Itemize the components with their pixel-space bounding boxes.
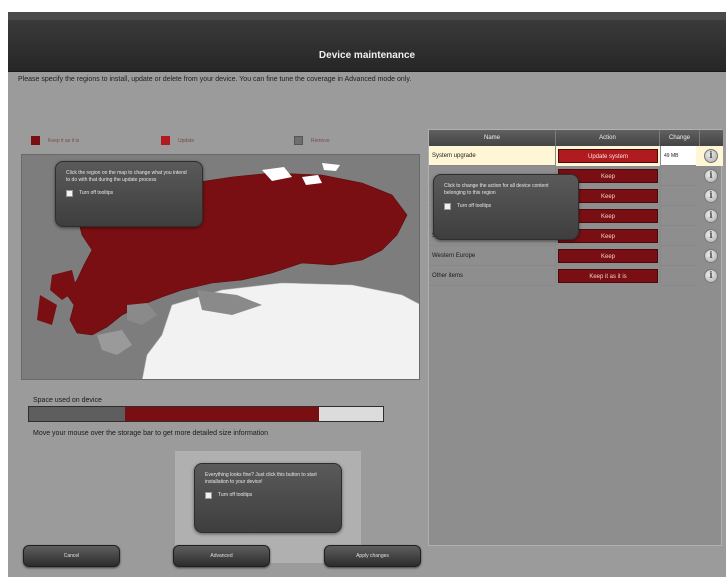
row-change [660, 166, 696, 186]
title-bar: Device maintenance [8, 20, 726, 72]
legend-swatch-keep [31, 136, 40, 145]
apply-changes-button[interactable]: Apply changes [324, 545, 421, 567]
storage-hint: Move your mouse over the storage bar to … [33, 430, 269, 437]
info-icon[interactable]: i [704, 149, 718, 163]
row-change [660, 206, 696, 226]
storage-bar[interactable] [28, 406, 384, 422]
table-tooltip: Click to change the action for all devic… [433, 174, 579, 240]
column-header-info [700, 130, 723, 146]
row-change [660, 186, 696, 206]
row-name: Western Europe [429, 246, 556, 266]
app-window: Device maintenance Please specify the re… [8, 12, 726, 577]
row-change [660, 246, 696, 266]
legend-label-keep: Keep it as it is [48, 137, 80, 144]
apply-tooltip: Everything looks fine? Just click this b… [194, 463, 342, 533]
intro-text: Please specify the regions to install, u… [18, 76, 412, 83]
turn-off-tooltips-checkbox[interactable] [205, 492, 212, 499]
legend-label-update: Update [178, 137, 195, 144]
map-tooltip: Click the region on the map to change wh… [55, 161, 203, 227]
table-row[interactable]: Western Europe Keep i [429, 246, 723, 266]
row-action-button[interactable]: Update system [558, 149, 658, 163]
legend-update: Update [161, 136, 194, 145]
column-header-name[interactable]: Name [429, 130, 556, 146]
row-name: System upgrade [429, 146, 556, 166]
legend-remove: Remove [294, 136, 330, 145]
row-action-button[interactable]: Keep it as it is [558, 269, 658, 283]
turn-off-tooltips-checkbox[interactable] [444, 203, 451, 210]
row-action-button[interactable]: Keep [558, 249, 658, 263]
legend-swatch-update [161, 136, 170, 145]
region-table: Name Action Change System upgrade Update … [428, 129, 723, 546]
column-header-action[interactable]: Action [556, 130, 660, 146]
window-title: Device maintenance [318, 50, 416, 61]
map-tooltip-text: Click the region on the map to change wh… [66, 170, 187, 183]
apply-tooltip-turnoff-label: Turn off tooltips [218, 492, 253, 498]
info-icon[interactable]: i [704, 209, 718, 223]
table-tooltip-text: Click to change the action for all devic… [444, 183, 549, 196]
advanced-button[interactable]: Advanced [173, 545, 270, 567]
info-icon[interactable]: i [704, 189, 718, 203]
row-name: Other items [429, 266, 556, 286]
apply-tooltip-text: Everything looks fine? Just click this b… [205, 472, 317, 485]
row-change [660, 266, 696, 286]
table-tooltip-turnoff[interactable]: Turn off tooltips [444, 203, 568, 210]
table-tooltip-turnoff-label: Turn off tooltips [457, 203, 492, 209]
column-header-change[interactable]: Change [660, 130, 700, 146]
map-tooltip-turnoff-label: Turn off tooltips [79, 190, 114, 196]
info-icon[interactable]: i [704, 229, 718, 243]
storage-segment [125, 407, 320, 421]
legend-label-remove: Remove [311, 137, 330, 144]
storage-label: Space used on device [33, 397, 102, 404]
apply-tooltip-turnoff[interactable]: Turn off tooltips [205, 492, 331, 499]
info-icon[interactable]: i [704, 249, 718, 263]
region-map[interactable]: Click the region on the map to change wh… [21, 154, 420, 380]
row-change: 49 MB [660, 146, 696, 166]
cancel-button[interactable]: Cancel [23, 545, 120, 567]
legend-keep: Keep it as it is [31, 136, 79, 145]
row-change [660, 226, 696, 246]
turn-off-tooltips-checkbox[interactable] [66, 190, 73, 197]
table-row[interactable]: Other items Keep it as it is i [429, 266, 723, 286]
storage-segment [29, 407, 125, 421]
map-tooltip-turnoff[interactable]: Turn off tooltips [66, 190, 192, 197]
info-icon[interactable]: i [704, 269, 718, 283]
table-row[interactable]: System upgrade Update system 49 MB i [429, 146, 723, 166]
top-band [8, 12, 726, 20]
storage-segment [319, 407, 383, 421]
legend-swatch-remove [294, 136, 303, 145]
info-icon[interactable]: i [704, 169, 718, 183]
